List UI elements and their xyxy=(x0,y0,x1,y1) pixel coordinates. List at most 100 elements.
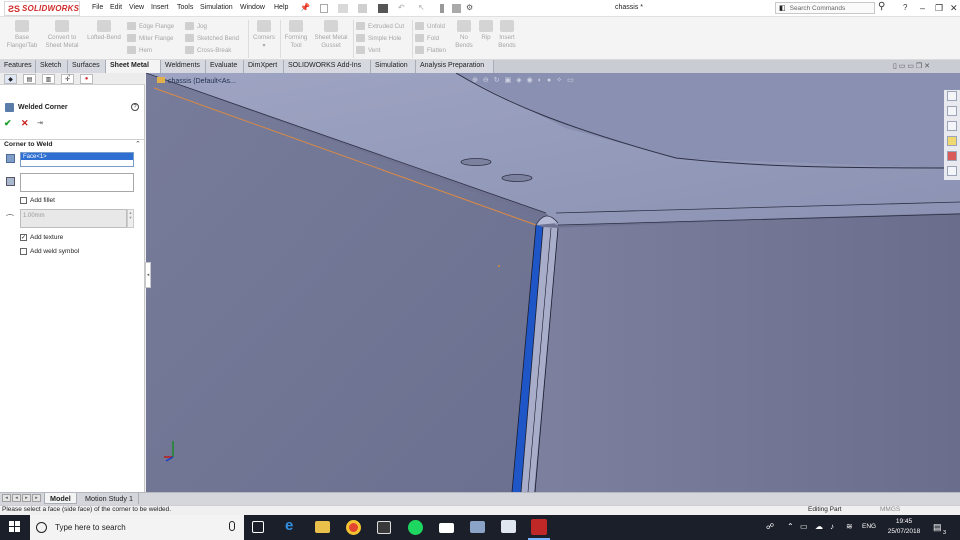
zoom-area-icon[interactable]: ⊖ xyxy=(483,77,494,84)
feature-manager-tab-icon[interactable]: ◆ xyxy=(4,74,17,84)
mail-icon[interactable] xyxy=(439,523,454,533)
model-view[interactable] xyxy=(146,73,960,492)
home-icon[interactable] xyxy=(947,91,957,101)
view-settings-icon[interactable]: ▭ xyxy=(567,77,579,84)
tab-solidworks-addins[interactable]: SOLIDWORKS Add-Ins xyxy=(284,60,371,73)
slot-hole[interactable] xyxy=(460,158,492,166)
keep-visible-pin-button[interactable]: ⇥ xyxy=(37,119,43,127)
help-question-icon[interactable]: ? xyxy=(903,3,907,12)
tab-simulation[interactable]: Simulation xyxy=(371,60,416,73)
tab-evaluate[interactable]: Evaluate xyxy=(206,60,244,73)
fillet-radius-input[interactable]: 1.00mm xyxy=(20,209,127,228)
input-language[interactable]: ENG xyxy=(862,523,876,530)
microphone-icon[interactable] xyxy=(229,521,235,531)
extruded-cut-button[interactable]: Extruded Cut xyxy=(356,20,404,32)
menu-view[interactable]: View xyxy=(129,4,144,11)
tab-analysis-preparation[interactable]: Analysis Preparation xyxy=(416,60,494,73)
sketched-bend-button[interactable]: Sketched Bend xyxy=(185,32,239,44)
section-view-icon[interactable]: ▣ xyxy=(505,77,517,84)
notification-center-icon[interactable]: ▤ xyxy=(933,522,942,533)
cross-break-button[interactable]: Cross-Break xyxy=(185,44,239,56)
tab-dimxpert[interactable]: DimXpert xyxy=(244,60,284,73)
menu-window[interactable]: Window xyxy=(240,4,265,11)
new-document-icon[interactable] xyxy=(320,4,328,13)
spotify-icon[interactable] xyxy=(408,520,423,535)
menu-file[interactable]: File xyxy=(92,4,103,11)
right-face[interactable] xyxy=(526,213,960,492)
display-style-icon[interactable]: ◉ xyxy=(527,77,538,84)
zoom-to-fit-icon[interactable]: ⊕ xyxy=(472,77,483,84)
file-explorer-icon[interactable] xyxy=(947,136,957,146)
view-orientation-icon[interactable]: ◈ xyxy=(516,77,526,84)
photos-icon[interactable] xyxy=(501,520,516,533)
tab-sketch[interactable]: Sketch xyxy=(36,60,68,73)
undo-icon[interactable]: ↶ xyxy=(398,3,405,12)
tab-sheet-metal[interactable]: Sheet Metal xyxy=(106,60,161,73)
base-flange-button[interactable]: Base Flange/Tab xyxy=(4,20,40,49)
search-icon[interactable]: ⚲ xyxy=(878,1,885,12)
stop-face-selection-box[interactable] xyxy=(20,173,134,192)
solidworks-logo[interactable]: ƧS SOLIDWORKS xyxy=(4,1,80,16)
menu-help[interactable]: Help xyxy=(274,4,288,11)
hem-button[interactable]: Hem xyxy=(127,44,174,56)
select-icon[interactable]: ↖ xyxy=(418,3,425,12)
add-texture-checkbox[interactable]: ✓ xyxy=(20,234,27,241)
simple-hole-button[interactable]: Simple Hole xyxy=(356,32,404,44)
last-tab-arrow-icon[interactable]: ▸ xyxy=(32,494,41,502)
edge-browser-icon[interactable]: e xyxy=(285,517,301,534)
prev-tab-arrow-icon[interactable]: ◂ xyxy=(12,494,21,502)
network-icon[interactable]: ☁ xyxy=(815,522,823,531)
resources-icon[interactable] xyxy=(947,106,957,116)
unit-system[interactable]: MMGS xyxy=(880,506,900,513)
jog-button[interactable]: Jog xyxy=(185,20,239,32)
next-tab-arrow-icon[interactable]: ▸ xyxy=(22,494,31,502)
print-icon[interactable] xyxy=(378,4,388,13)
tab-surfaces[interactable]: Surfaces xyxy=(68,60,106,73)
add-weld-symbol-checkbox[interactable] xyxy=(20,248,27,255)
cancel-button[interactable]: ✕ xyxy=(21,118,29,129)
edit-appearance-icon[interactable]: ● xyxy=(547,77,556,84)
fillet-spin-buttons[interactable]: ▲ ▼ xyxy=(127,209,134,228)
solidworks-taskbar-icon[interactable] xyxy=(531,519,547,535)
options-gear-icon[interactable]: ⚙ xyxy=(466,3,473,12)
clock[interactable]: 19:45 25/07/2018 xyxy=(884,517,924,537)
property-manager-tab-icon[interactable]: ▤ xyxy=(23,74,36,84)
graphics-area[interactable] xyxy=(146,73,960,492)
show-hidden-icons[interactable]: ⌃ xyxy=(787,522,794,531)
appearances-icon[interactable] xyxy=(947,151,957,161)
convert-to-sheet-metal-button[interactable]: Convert to Sheet Metal xyxy=(42,20,82,49)
restore-button[interactable]: ❐ xyxy=(935,3,943,14)
open-document-icon[interactable] xyxy=(338,4,348,13)
scene-icon[interactable]: ✧ xyxy=(556,77,567,84)
people-icon[interactable]: ☍ xyxy=(766,522,774,531)
feature-tree-flyout[interactable]: chassis (Default<As... xyxy=(157,77,236,85)
task-view-icon[interactable] xyxy=(252,521,264,533)
device-icon[interactable]: ▭ xyxy=(800,522,808,531)
pin-menu-icon[interactable]: 📌 xyxy=(300,3,310,12)
edge-flange-button[interactable]: Edge Flange xyxy=(127,20,174,32)
tab-model[interactable]: Model xyxy=(44,493,77,504)
flatten-button[interactable]: Flatten xyxy=(415,44,446,56)
tab-weldments[interactable]: Weldments xyxy=(161,60,206,73)
ok-button[interactable]: ✔ xyxy=(4,118,12,129)
fold-button[interactable]: Fold xyxy=(415,32,446,44)
taskbar-search-box[interactable]: Type here to search xyxy=(30,515,244,540)
save-icon[interactable] xyxy=(358,4,367,13)
menu-tools[interactable]: Tools xyxy=(177,4,193,11)
panel-expand-icon[interactable]: ▾ xyxy=(68,73,71,79)
search-commands-box[interactable]: ◧ Search Commands xyxy=(775,2,875,14)
windows-start-icon[interactable] xyxy=(9,521,20,532)
sheet-metal-gusset-button[interactable]: Sheet Metal Gusset xyxy=(311,20,351,49)
heads-up-toolbar[interactable]: ⊕⊖↻▣◈◉◐●✧▭ xyxy=(472,76,579,84)
forming-tool-button[interactable]: Forming Tool xyxy=(282,20,310,49)
no-bends-button[interactable]: No Bends xyxy=(452,20,476,49)
unfold-button[interactable]: Unfold xyxy=(415,20,446,32)
tab-motion-study[interactable]: Motion Study 1 xyxy=(80,493,139,504)
configuration-manager-tab-icon[interactable]: ▥ xyxy=(42,74,55,84)
panel-collapse-handle[interactable]: ◂ xyxy=(145,262,151,288)
wifi-icon[interactable]: ≋ xyxy=(846,522,853,531)
collapse-chevron-icon[interactable]: ⌃ xyxy=(135,140,141,148)
close-button[interactable]: ✕ xyxy=(950,3,958,14)
file-explorer-taskbar-icon[interactable] xyxy=(315,521,330,533)
store-icon[interactable] xyxy=(377,521,391,534)
